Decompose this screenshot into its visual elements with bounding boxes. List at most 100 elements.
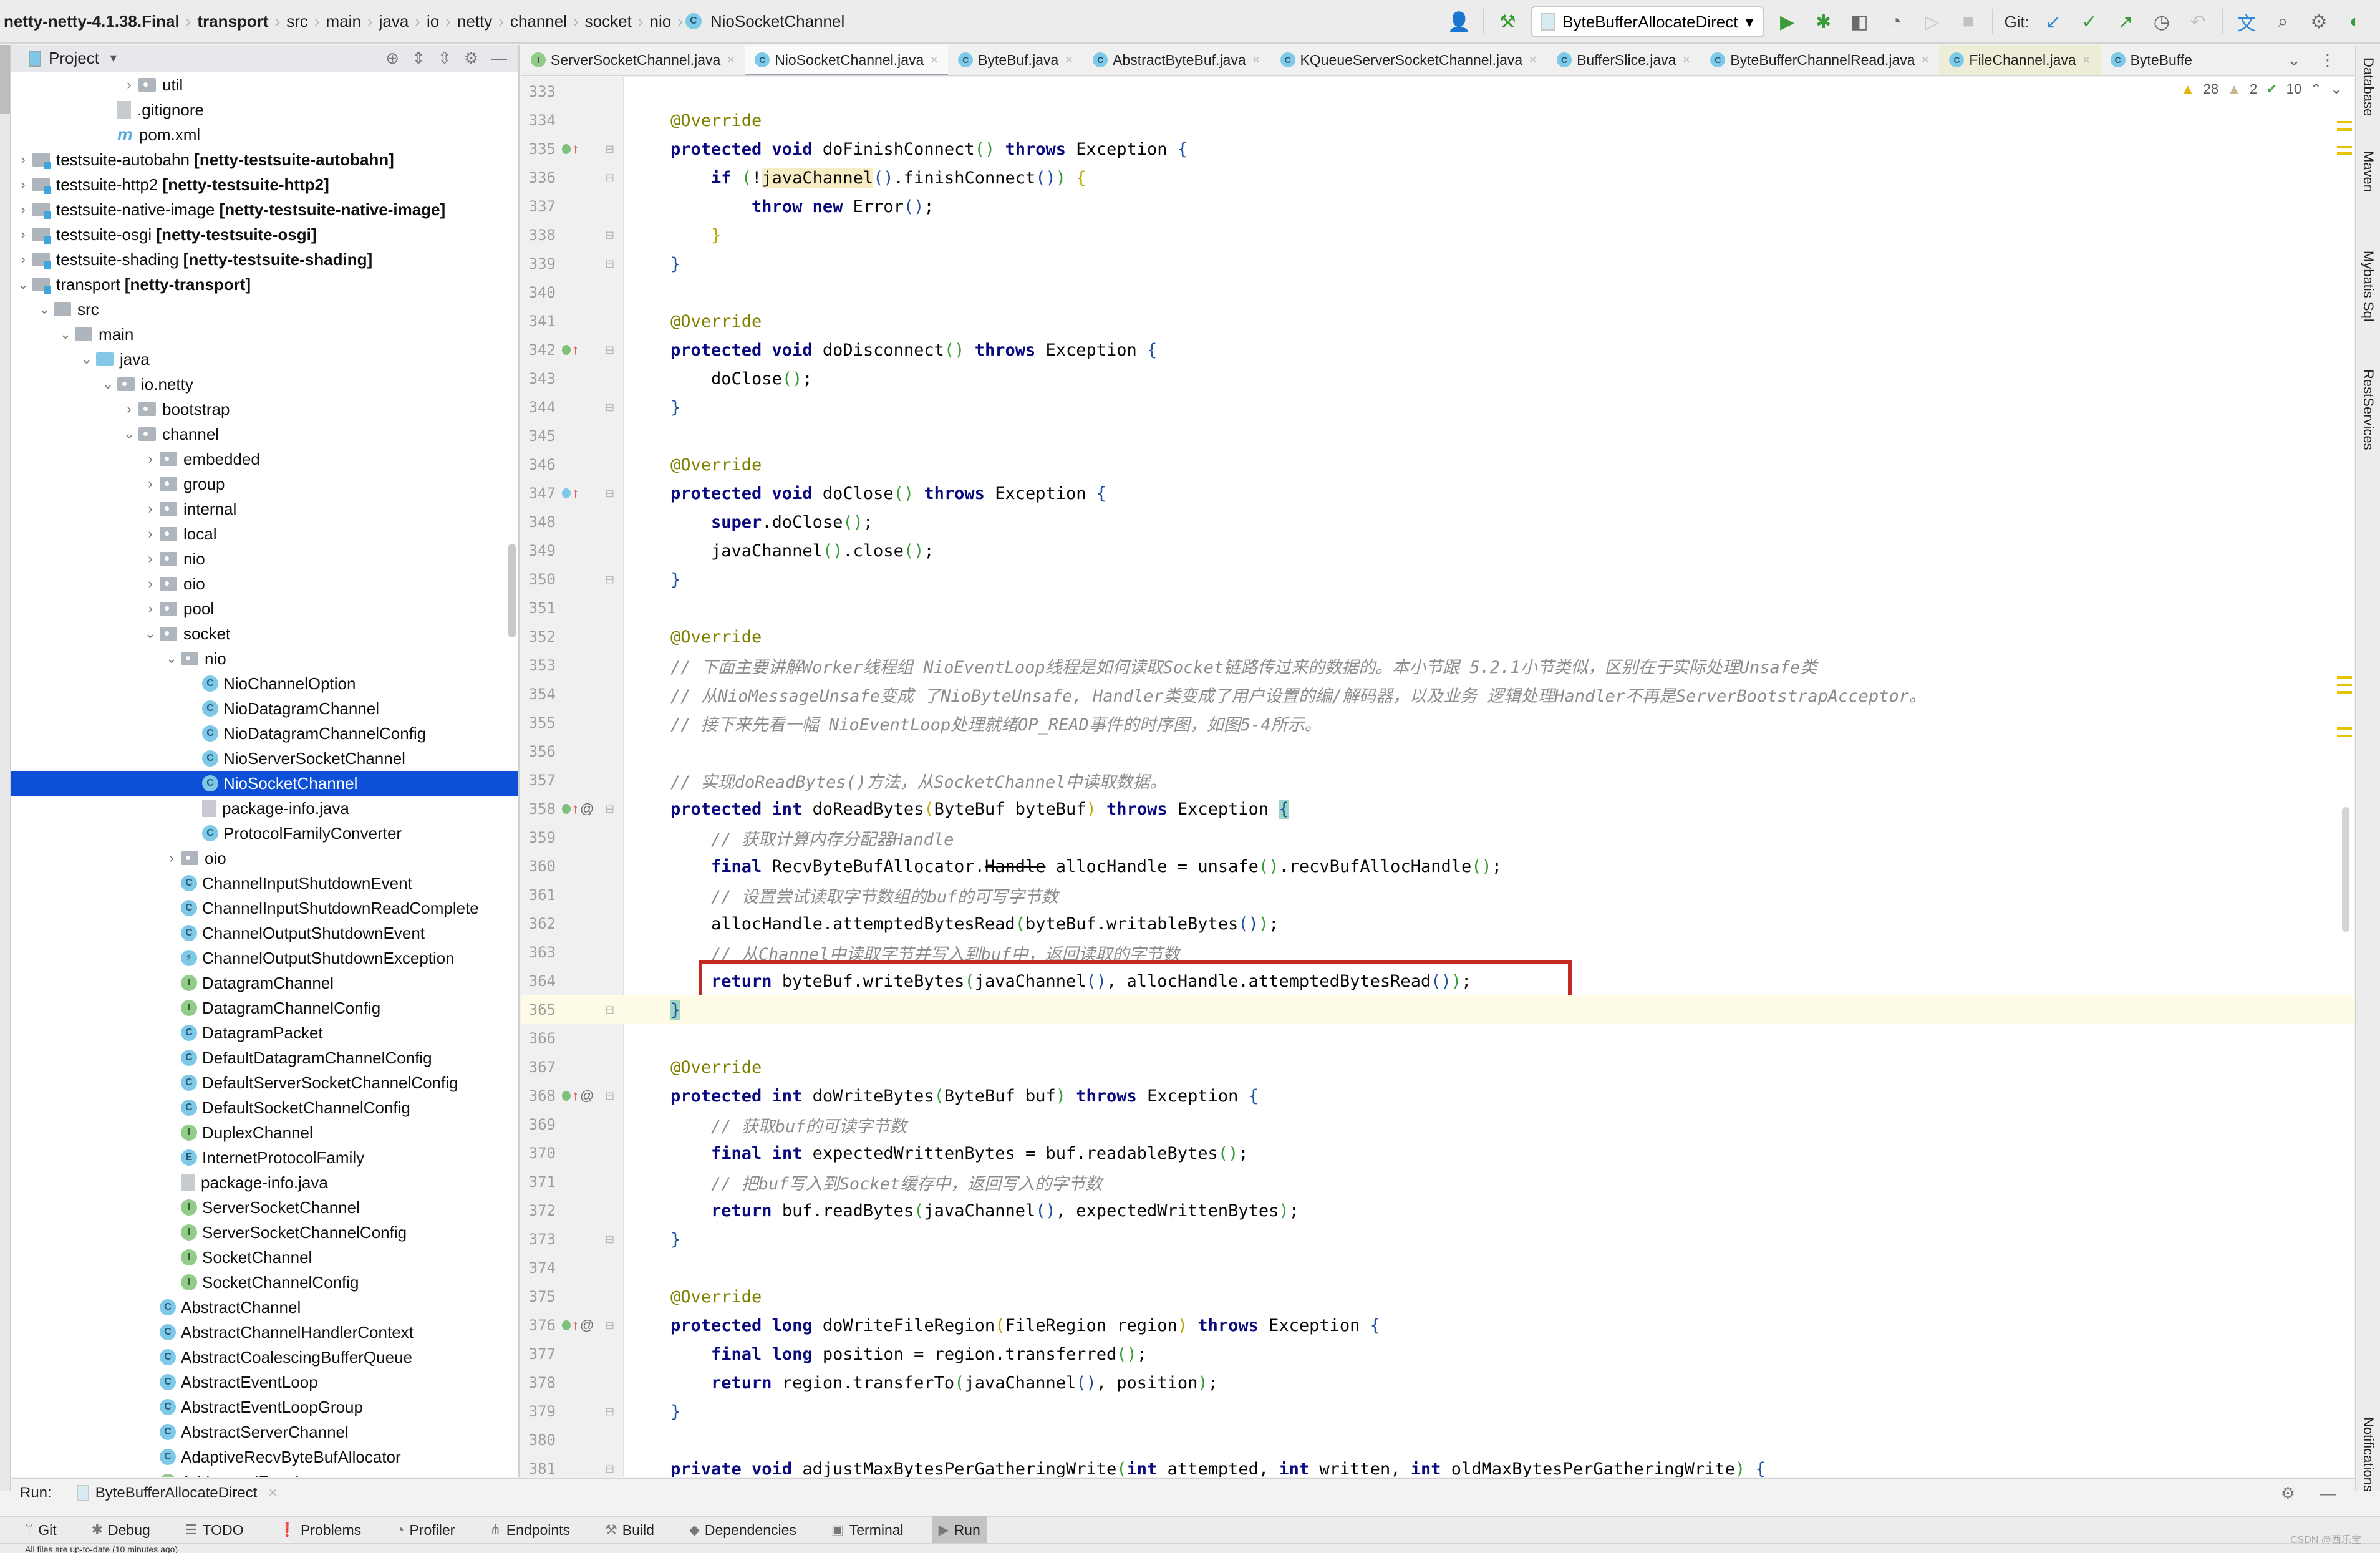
code-line[interactable]: 362 allocHandle.attemptedBytesRead(byteB… <box>521 909 2354 938</box>
chevron-right-icon[interactable]: › <box>14 226 32 243</box>
implements-marker-icon[interactable] <box>562 345 571 355</box>
tool-button-profiler[interactable]: ◔ Profiler <box>390 1516 461 1544</box>
annotation-marker-icon[interactable]: @ <box>580 1088 594 1104</box>
stop-icon[interactable]: ■ <box>1956 11 1981 32</box>
restservices-tool-button[interactable]: RestServices <box>2360 369 2376 450</box>
code-line[interactable]: 334 @Override <box>521 106 2354 135</box>
tree-item[interactable]: ⌄ socket <box>11 621 518 646</box>
stripe-mark[interactable] <box>2337 128 2352 131</box>
tree-item[interactable]: C AdaptiveRecvByteBufAllocator <box>11 1444 518 1469</box>
annotation-marker-icon[interactable]: @ <box>580 1317 594 1333</box>
tree-item[interactable]: C AbstractChannel <box>11 1295 518 1320</box>
tree-item[interactable]: C DefaultDatagramChannelConfig <box>11 1045 518 1070</box>
code-editor[interactable]: 333 334 @Override 335 ↑ ⊟ protected void doFin… <box>521 77 2354 1477</box>
tree-item[interactable]: C AbstractEventLoopGroup <box>11 1395 518 1420</box>
inspection-widget[interactable]: ▲ 28 ▲ 2 ✔ 10 ⌃ ⌄ <box>2181 81 2342 97</box>
breadcrumb-item[interactable]: socket <box>581 12 636 31</box>
implements-marker-icon[interactable] <box>562 144 571 154</box>
fold-icon[interactable]: ⊟ <box>596 344 624 357</box>
code-line[interactable]: 365 ⊟} <box>521 995 2354 1024</box>
breadcrumb-item[interactable]: nio <box>646 12 675 31</box>
expand-all-icon[interactable]: ⇕ <box>412 49 425 68</box>
stripe-mark[interactable] <box>2337 676 2352 679</box>
mybatis-tool-button[interactable]: Mybatis Sql <box>2360 251 2376 322</box>
implements-marker-icon[interactable] <box>562 1091 571 1101</box>
tree-item[interactable]: C AbstractServerChannel <box>11 1420 518 1444</box>
tree-scrollbar[interactable] <box>508 544 516 637</box>
chevron-down-icon[interactable]: ⌄ <box>120 426 138 442</box>
git-push-icon[interactable]: ↗ <box>2113 11 2138 33</box>
implements-marker-icon[interactable] <box>562 804 571 814</box>
tool-button-endpoints[interactable]: ⋔ Endpoints <box>483 1516 576 1544</box>
code-line[interactable]: 360 final RecvByteBufAllocator.Handle al… <box>521 852 2354 881</box>
tree-item[interactable]: › oio <box>11 571 518 596</box>
translate-icon[interactable]: 文 <box>2234 8 2259 36</box>
tree-item[interactable]: .gitignore <box>11 97 518 122</box>
tree-item[interactable]: ⌄ src <box>11 297 518 322</box>
close-icon[interactable]: × <box>1065 52 1073 68</box>
tree-item[interactable]: › oio <box>11 846 518 871</box>
search-icon[interactable]: ⌕ <box>2270 11 2295 32</box>
editor-tab[interactable]: C BufferSlice.java × <box>1547 45 1700 75</box>
code-line[interactable]: 368 ↑ @ ⊟ protected int doWriteBytes(ByteBuf… <box>521 1081 2354 1110</box>
stripe-mark[interactable] <box>2337 691 2352 694</box>
gear-icon[interactable]: ⚙ <box>2281 1484 2295 1503</box>
tree-item[interactable]: ⌄ channel <box>11 422 518 447</box>
chevron-down-icon[interactable]: ⌄ <box>2287 51 2301 70</box>
chevron-right-icon[interactable]: › <box>14 152 32 168</box>
code-line[interactable]: 366 <box>521 1024 2354 1053</box>
close-icon[interactable]: × <box>1529 52 1537 68</box>
tree-item[interactable]: ⌄ nio <box>11 646 518 671</box>
tree-item[interactable]: ⌄ transport [netty-transport] <box>11 272 518 297</box>
tree-item[interactable]: › testsuite-osgi [netty-testsuite-osgi] <box>11 222 518 247</box>
tree-item[interactable]: ⌄ main <box>11 322 518 347</box>
code-line[interactable]: 350 ⊟} <box>521 565 2354 594</box>
tree-item[interactable]: E InternetProtocolFamily <box>11 1145 518 1170</box>
editor-tab[interactable]: C ByteBuf.java × <box>948 45 1083 75</box>
code-line[interactable]: 357 // 实现doReadBytes()方法，从SocketChannel中读… <box>521 766 2354 795</box>
tree-item[interactable]: › internal <box>11 496 518 521</box>
previous-highlight-icon[interactable]: ⌃ <box>2310 81 2321 97</box>
tool-button-dependencies[interactable]: ◆ Dependencies <box>683 1516 803 1544</box>
project-panel-title[interactable]: Project <box>49 49 99 68</box>
tree-item[interactable]: I DuplexChannel <box>11 1120 518 1145</box>
tree-item[interactable]: › group <box>11 472 518 496</box>
tree-item[interactable]: C ChannelInputShutdownEvent <box>11 871 518 896</box>
tree-item[interactable]: I ServerSocketChannelConfig <box>11 1220 518 1245</box>
chevron-down-icon[interactable]: ⌄ <box>77 351 96 367</box>
code-line[interactable]: 341 @Override <box>521 307 2354 336</box>
annotation-marker-icon[interactable]: @ <box>580 801 594 817</box>
tree-item[interactable]: C DefaultSocketChannelConfig <box>11 1095 518 1120</box>
stripe-mark[interactable] <box>2337 121 2352 123</box>
code-line[interactable]: 343 doClose(); <box>521 364 2354 393</box>
code-line[interactable]: 342 ↑ ⊟ protected void doDisconnect() throw… <box>521 336 2354 364</box>
maven-tool-button[interactable]: Maven <box>2360 151 2376 192</box>
fold-icon[interactable]: ⊟ <box>596 1090 624 1103</box>
chevron-right-icon[interactable]: › <box>120 401 138 417</box>
code-line[interactable]: 375 @Override <box>521 1282 2354 1311</box>
tool-button-run[interactable]: ▶ Run <box>932 1516 987 1544</box>
run-tab[interactable]: ByteBufferAllocateDirect × <box>76 1484 277 1502</box>
code-line[interactable]: 361 // 设置尝试读取字节数组的buf的可写字节数 <box>521 881 2354 909</box>
run-configuration-select[interactable]: ByteBufferAllocateDirect ▾ <box>1531 6 1764 37</box>
git-update-icon[interactable]: ↙ <box>2041 11 2066 33</box>
editor-scrollbar[interactable] <box>2342 807 2349 932</box>
code-line[interactable]: 374 <box>521 1254 2354 1282</box>
tree-item[interactable]: C AbstractChannelHandlerContext <box>11 1320 518 1345</box>
chevron-right-icon[interactable]: › <box>14 177 32 193</box>
tree-item[interactable]: C DefaultServerSocketChannelConfig <box>11 1070 518 1095</box>
code-line[interactable]: 336 ⊟ if (!javaChannel().finishConnect())… <box>521 163 2354 192</box>
tree-item[interactable]: C NioSocketChannel <box>11 771 518 796</box>
implements-marker-icon[interactable] <box>562 488 571 498</box>
code-line[interactable]: 354 // 从NioMessageUnsafe变成 了NioByteUnsafe… <box>521 680 2354 709</box>
code-line[interactable]: 346 @Override <box>521 450 2354 479</box>
code-line[interactable]: 351 <box>521 594 2354 622</box>
code-line[interactable]: 345 <box>521 422 2354 450</box>
code-line[interactable]: 352 @Override <box>521 622 2354 651</box>
editor-tab[interactable]: C ByteBufferChannelRead.java × <box>1700 45 1939 75</box>
code-line[interactable]: 333 <box>521 77 2354 106</box>
tool-button-build[interactable]: ⚒ Build <box>599 1516 660 1544</box>
coverage-icon[interactable]: ◧ <box>1847 11 1872 33</box>
breadcrumb-item[interactable]: netty <box>453 12 496 31</box>
tree-item[interactable]: › pool <box>11 596 518 621</box>
